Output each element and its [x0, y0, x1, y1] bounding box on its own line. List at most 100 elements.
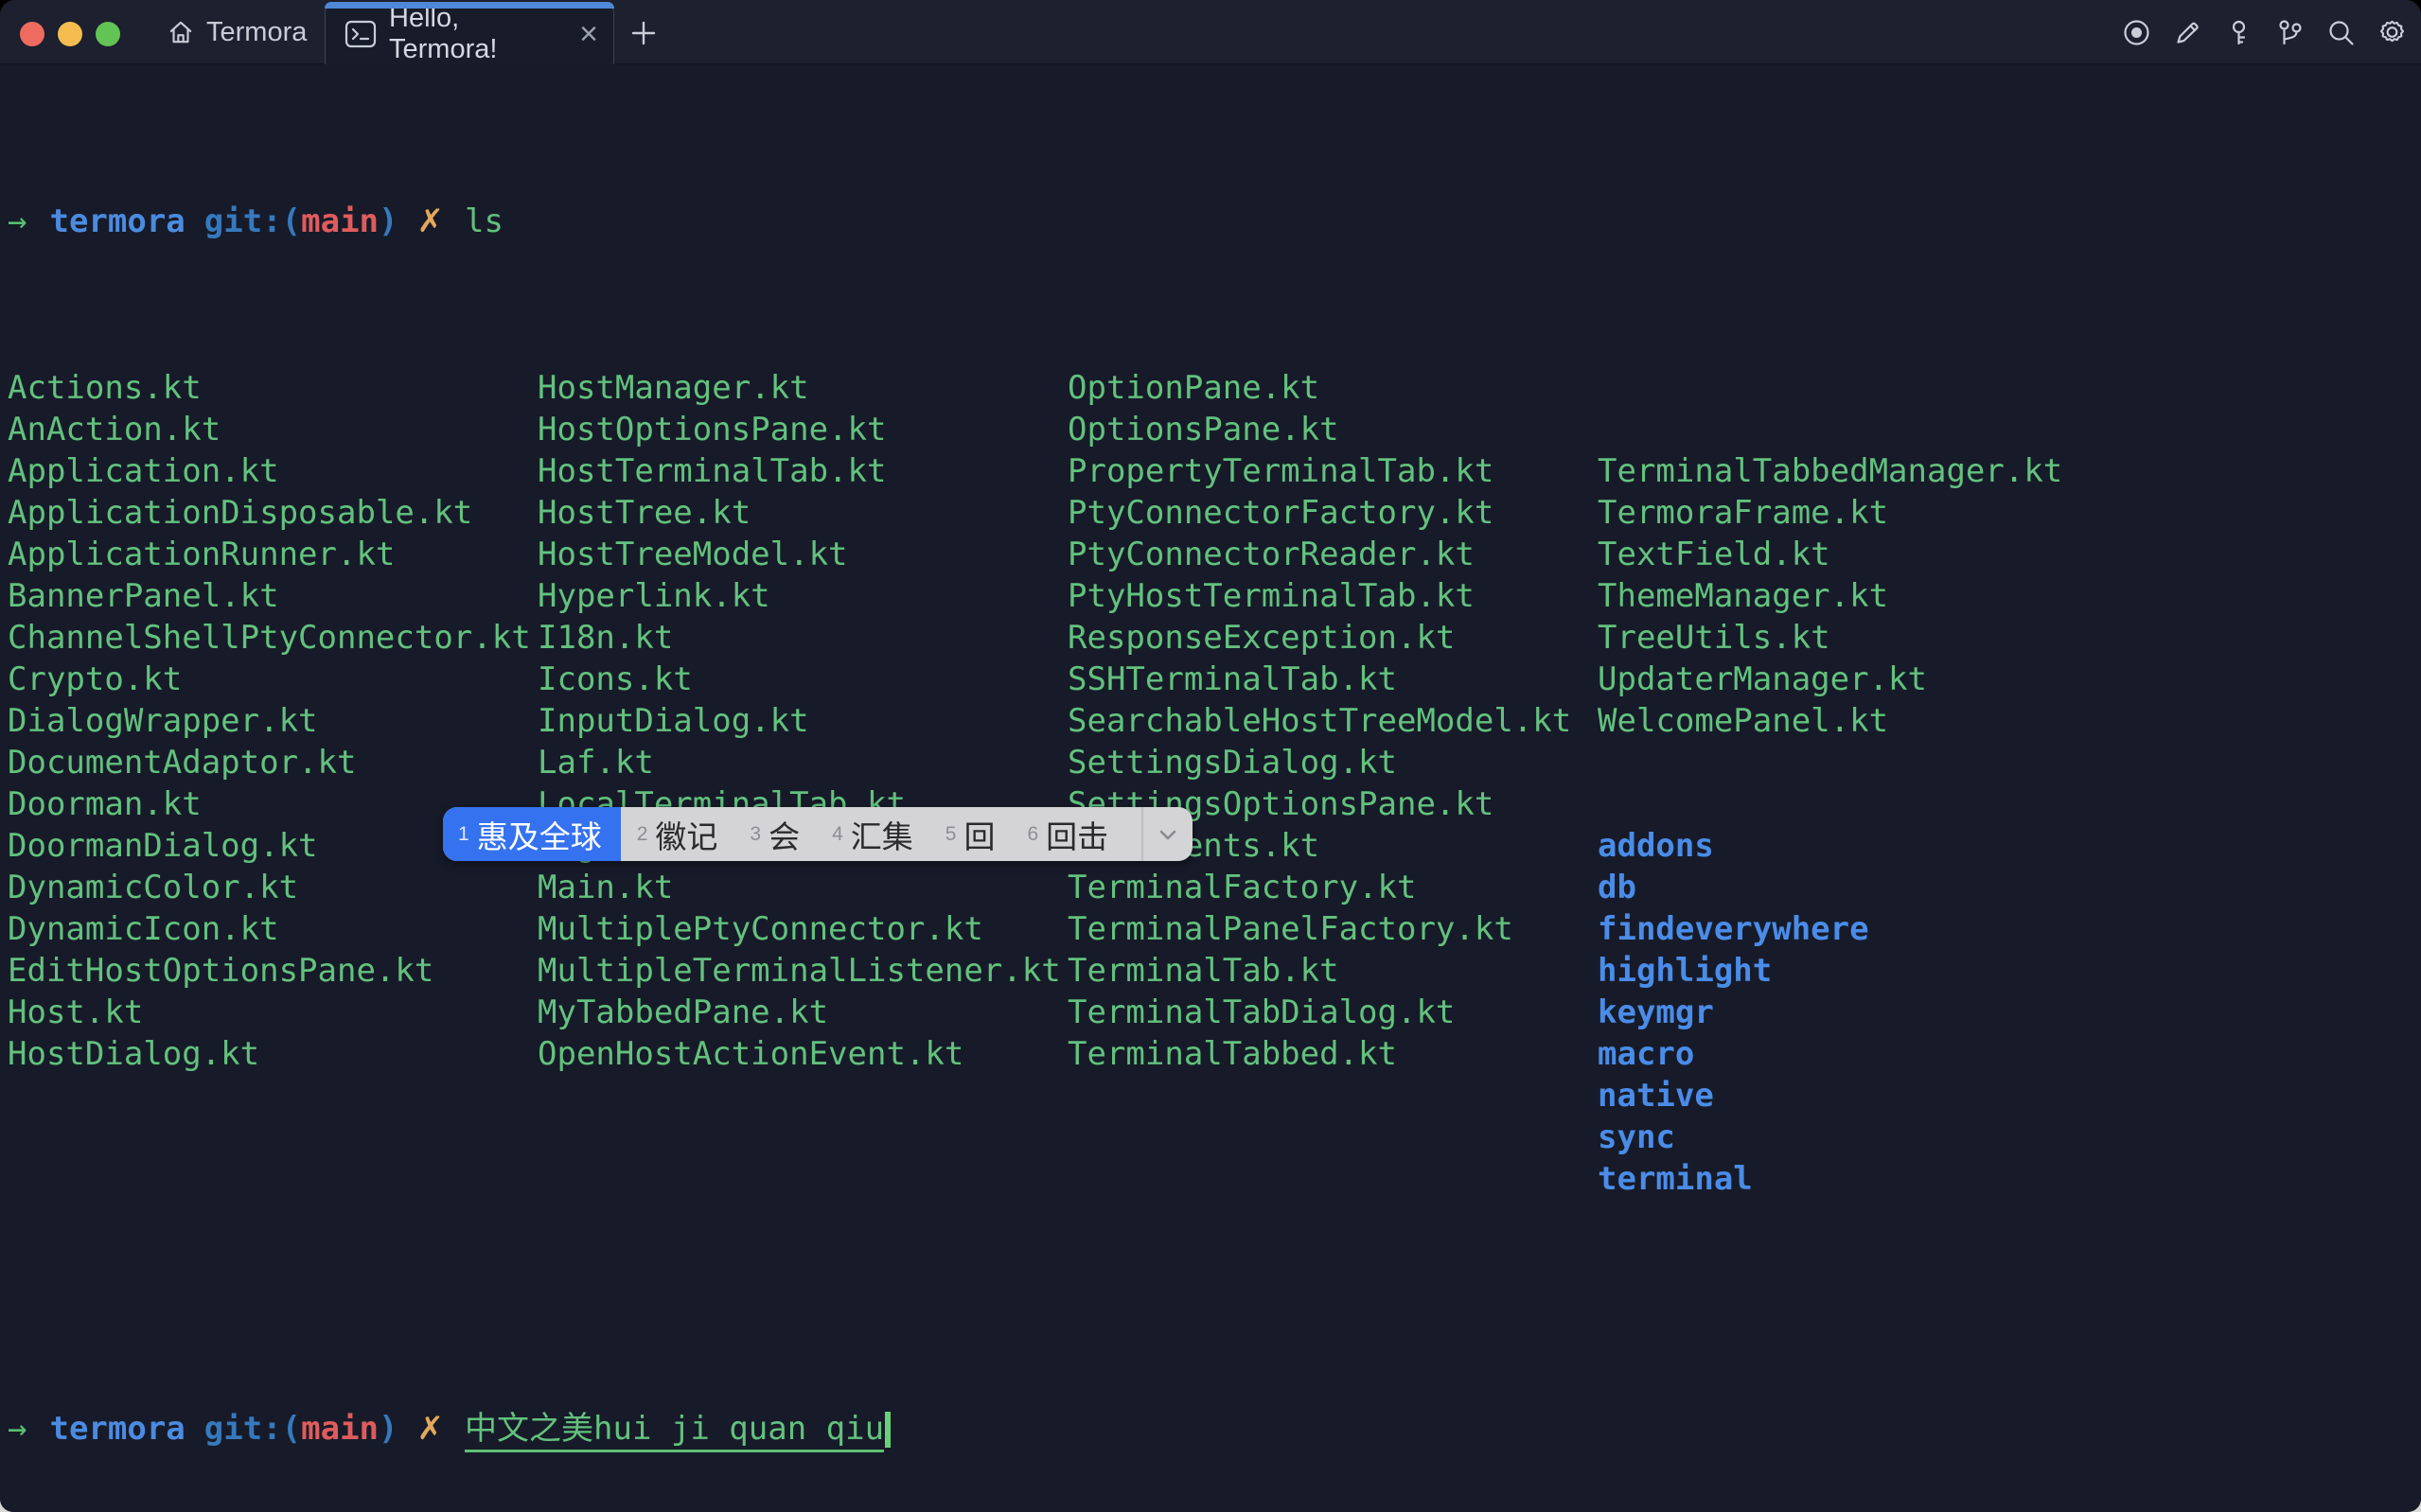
candidate-text: 惠及全球 [477, 812, 602, 857]
ls-file: TermoraFrame.kt [1598, 492, 2062, 534]
ls-file: SearchableHostTreeModel.kt [1068, 700, 1598, 742]
edit-button[interactable] [2172, 17, 2203, 48]
app-window: Termora Hello, Termora! × [0, 0, 2421, 1512]
ls-file: DynamicColor.kt [8, 867, 538, 908]
candidate-text: 回击 [1046, 812, 1108, 857]
ls-directory: macro [1598, 1033, 2062, 1075]
chevron-down-icon [1156, 822, 1180, 847]
ls-directory: keymgr [1598, 992, 2062, 1033]
tab-title: Hello, Termora! [389, 3, 561, 65]
ls-file: DocumentAdaptor.kt [8, 742, 538, 783]
ls-file: Application.kt [8, 450, 538, 492]
ime-candidate-4[interactable]: 4 汇集 [816, 807, 929, 861]
ls-file: Crypto.kt [8, 659, 538, 700]
ls-file: ApplicationDisposable.kt [8, 492, 538, 534]
ime-candidate-2[interactable]: 2 徽记 [621, 807, 734, 861]
pencil-icon [2172, 17, 2203, 48]
settings-button[interactable] [2377, 17, 2408, 48]
ls-file: SettingsDialog.kt [1068, 742, 1598, 783]
ime-candidate-selected[interactable]: 1 惠及全球 [443, 807, 621, 861]
home-button[interactable]: Termora [167, 0, 307, 64]
ime-more-button[interactable] [1141, 807, 1193, 861]
candidate-number: 5 [945, 823, 957, 846]
ls-output: Actions.ktAnAction.ktApplication.ktAppli… [8, 367, 2421, 1283]
minimize-window-button[interactable] [58, 22, 82, 46]
ls-file: I18n.kt [538, 617, 1068, 659]
ls-file: ThemeManager.kt [1598, 575, 2062, 617]
key-icon [2223, 17, 2254, 48]
record-button[interactable] [2121, 17, 2152, 48]
ls-file: Host.kt [8, 992, 538, 1033]
ls-directory: highlight [1598, 950, 2062, 992]
git-dirty-mark: ✗ [417, 202, 445, 240]
ls-file: ApplicationRunner.kt [8, 534, 538, 575]
close-window-button[interactable] [20, 22, 44, 46]
ls-file: HostTerminalTab.kt [538, 450, 1068, 492]
search-button[interactable] [2325, 17, 2357, 48]
key-manager-button[interactable] [2223, 17, 2254, 48]
ls-file: TerminalTabDialog.kt [1068, 992, 1598, 1033]
ls-file: TreeUtils.kt [1598, 617, 2062, 659]
ls-file: TextField.kt [1598, 534, 2062, 575]
prompt-dir: termora [49, 1410, 185, 1448]
ls-file: TerminalTab.kt [1068, 950, 1598, 992]
ls-file: Icons.kt [538, 659, 1068, 700]
record-icon [2121, 17, 2152, 48]
tab-hello-termora[interactable]: Hello, Termora! × [325, 2, 614, 64]
candidate-number: 6 [1027, 823, 1038, 846]
ls-file: ResponseException.kt [1068, 617, 1598, 659]
ls-file: ChannelShellPtyConnector.kt [8, 617, 538, 659]
macro-button[interactable] [2274, 17, 2306, 48]
ls-file: TerminalFactory.kt [1068, 867, 1598, 908]
zoom-window-button[interactable] [96, 22, 120, 46]
terminal-screen[interactable]: →termoragit:(main)✗ls Actions.ktAnAction… [0, 64, 2421, 1512]
ls-file: BannerPanel.kt [8, 575, 538, 617]
new-tab-button[interactable] [627, 16, 661, 50]
ls-directory: addons [1598, 825, 2062, 867]
titlebar-actions [2121, 0, 2408, 64]
ls-file: HostOptionsPane.kt [538, 409, 1068, 450]
ls-directory: findeverywhere [1598, 908, 2062, 950]
ls-file: Hyperlink.kt [538, 575, 1068, 617]
ls-file: WelcomePanel.kt [1598, 700, 2062, 742]
ls-file: TerminalPanelFactory.kt [1068, 908, 1598, 950]
git-suffix: ) [379, 202, 398, 240]
ls-file: Laf.kt [538, 742, 1068, 783]
terminal-icon [345, 19, 377, 49]
window-controls [20, 22, 120, 46]
ls-file: PtyHostTerminalTab.kt [1068, 575, 1598, 617]
ls-file: HostManager.kt [538, 367, 1068, 409]
ls-file: OptionsPane.kt [1068, 409, 1598, 450]
candidate-number: 1 [458, 823, 469, 846]
ls-file: HostTree.kt [538, 492, 1068, 534]
ls-file: PtyConnectorReader.kt [1068, 534, 1598, 575]
app-label: Termora [206, 17, 307, 48]
ls-file: AnAction.kt [8, 409, 538, 450]
ls-file: HostTreeModel.kt [538, 534, 1068, 575]
ls-file: OptionPane.kt [1068, 367, 1598, 409]
candidate-text: 汇集 [851, 812, 913, 857]
prompt-line-1: →termoragit:(main)✗ls [8, 201, 2421, 242]
ls-file: DialogWrapper.kt [8, 700, 538, 742]
ime-candidate-6[interactable]: 6 回击 [1011, 807, 1124, 861]
candidate-text: 回 [963, 812, 995, 857]
ls-file: Actions.kt [8, 367, 538, 409]
ime-candidate-3[interactable]: 3 会 [733, 807, 816, 861]
search-icon [2325, 17, 2357, 48]
ls-file: EditHostOptionsPane.kt [8, 950, 538, 992]
git-suffix: ) [379, 1410, 398, 1448]
ls-file: OpenHostActionEvent.kt [538, 1033, 1068, 1075]
candidate-text: 会 [769, 812, 800, 857]
ls-file: HostDialog.kt [8, 1033, 538, 1075]
terminal-cursor [885, 1412, 891, 1448]
candidate-number: 3 [750, 823, 761, 846]
ls-directory: native [1598, 1075, 2062, 1116]
git-branch: main [301, 1410, 379, 1448]
fork-icon [2274, 17, 2306, 48]
tab-close-icon[interactable]: × [579, 18, 598, 50]
ime-composition-text: 中文之美hui ji quan qiu [465, 1410, 884, 1452]
titlebar: Termora Hello, Termora! × [0, 0, 2421, 64]
ime-candidate-bar: 1 惠及全球 2 徽记 3 会 4 汇集 5 回 6 回击 [443, 807, 1193, 861]
ls-file: DynamicIcon.kt [8, 908, 538, 950]
ime-candidate-5[interactable]: 5 回 [929, 807, 1012, 861]
